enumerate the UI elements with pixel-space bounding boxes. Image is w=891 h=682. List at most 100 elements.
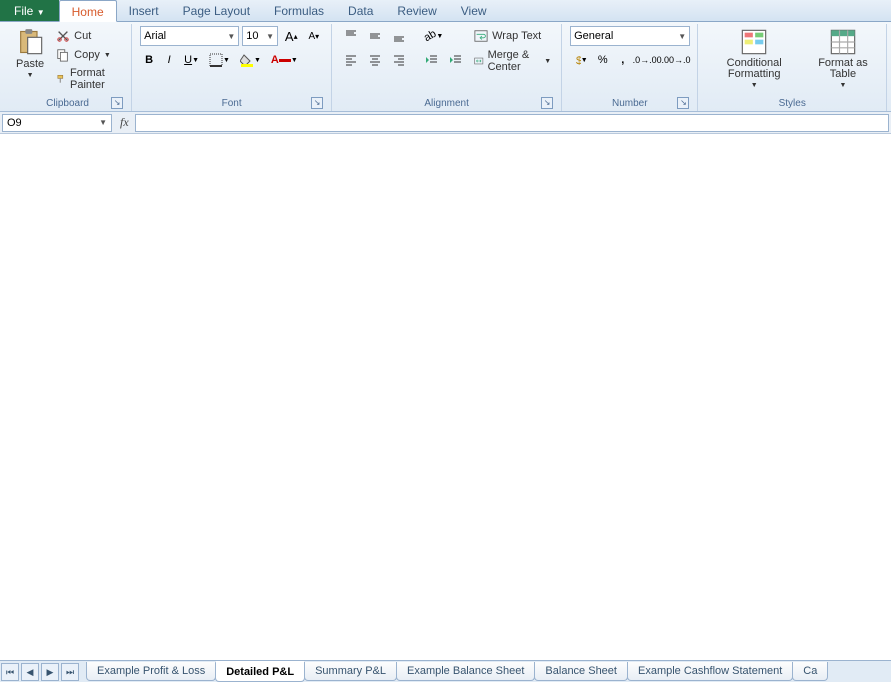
wrap-icon xyxy=(474,29,488,43)
format-painter-label: Format Painter xyxy=(70,67,121,91)
orientation-button[interactable]: ab▼ xyxy=(420,26,447,46)
decrease-decimal-button[interactable]: .00→.0 xyxy=(663,50,690,70)
font-launcher[interactable]: ↘ xyxy=(311,97,323,109)
grow-font-button[interactable]: A▴ xyxy=(281,26,302,46)
font-name-value: Arial xyxy=(144,30,166,42)
cond-format-icon xyxy=(740,28,768,56)
fx-icon[interactable]: fx xyxy=(114,115,135,130)
indent-icon xyxy=(448,53,462,67)
border-button[interactable]: ▼ xyxy=(205,50,234,70)
name-box-value: O9 xyxy=(7,117,22,129)
alignment-launcher[interactable]: ↘ xyxy=(541,97,553,109)
increase-indent-button[interactable] xyxy=(444,50,466,70)
sheet-nav-prev[interactable]: ◀ xyxy=(21,663,39,681)
sheet-nav-last[interactable]: ⏭ xyxy=(61,663,79,681)
tab-home[interactable]: Home xyxy=(59,0,117,22)
bold-button[interactable]: B xyxy=(140,50,158,70)
tab-insert[interactable]: Insert xyxy=(117,0,171,21)
sheet-nav-next[interactable]: ▶ xyxy=(41,663,59,681)
currency-icon: $ xyxy=(574,53,581,67)
table-label: Format as Table xyxy=(812,58,874,80)
tab-review[interactable]: Review xyxy=(385,0,448,21)
sheet-tab-active[interactable]: Detailed P&L xyxy=(215,661,305,682)
align-right-icon xyxy=(392,53,406,67)
decrease-indent-button[interactable] xyxy=(420,50,442,70)
tab-view[interactable]: View xyxy=(449,0,499,21)
group-font: Arial▼ 10▼ A▴ A▾ B I U▼ ▼ ▼ A▼ Font↘ xyxy=(132,24,332,111)
number-format-value: General xyxy=(574,30,613,42)
copy-label: Copy xyxy=(74,49,100,61)
clipboard-launcher[interactable]: ↘ xyxy=(111,97,123,109)
ribbon: Paste ▼ Cut Copy ▼ Format Painter Clipbo… xyxy=(0,22,891,112)
align-top-icon xyxy=(344,29,358,43)
sheet-nav-first[interactable]: ⏮ xyxy=(1,663,19,681)
align-right-button[interactable] xyxy=(388,50,410,70)
align-center-button[interactable] xyxy=(364,50,386,70)
format-painter-button[interactable]: Format Painter xyxy=(54,66,123,92)
file-tab[interactable]: File ▼ xyxy=(0,0,59,21)
comma-button[interactable]: , xyxy=(614,50,632,70)
align-center-icon xyxy=(368,53,382,67)
merge-label: Merge & Center xyxy=(488,49,541,73)
conditional-formatting-button[interactable]: Conditional Formatting▼ xyxy=(706,26,801,91)
format-as-table-button[interactable]: Format as Table▼ xyxy=(808,26,878,91)
number-launcher[interactable]: ↘ xyxy=(677,97,689,109)
align-left-icon xyxy=(344,53,358,67)
merge-icon xyxy=(474,54,483,68)
align-bottom-icon xyxy=(392,29,406,43)
cut-button[interactable]: Cut xyxy=(54,28,123,44)
copy-icon xyxy=(56,48,70,62)
name-box[interactable]: O9▼ xyxy=(2,114,112,132)
group-number: General▼ $▼ % , .0→.00 .00→.0 Number↘ xyxy=(562,24,698,111)
sheet-tab[interactable]: Example Cashflow Statement xyxy=(627,662,793,681)
file-label: File xyxy=(14,4,33,18)
percent-button[interactable]: % xyxy=(594,50,612,70)
outdent-icon xyxy=(424,53,438,67)
number-group-label: Number↘ xyxy=(570,97,689,111)
sheet-tab[interactable]: Summary P&L xyxy=(304,662,397,681)
paste-button[interactable]: Paste ▼ xyxy=(12,26,48,81)
styles-group-label: Styles xyxy=(706,97,878,111)
italic-button[interactable]: I xyxy=(160,50,178,70)
number-format-select[interactable]: General▼ xyxy=(570,26,690,46)
menu-tabs: File ▼ Home Insert Page Layout Formulas … xyxy=(0,0,891,22)
align-bottom-button[interactable] xyxy=(388,26,410,46)
font-name-select[interactable]: Arial▼ xyxy=(140,26,239,46)
scissors-icon xyxy=(56,29,70,43)
tab-formulas[interactable]: Formulas xyxy=(262,0,336,21)
paste-label: Paste xyxy=(16,58,44,70)
alignment-group-label: Alignment↘ xyxy=(340,97,553,111)
spreadsheet-grid[interactable] xyxy=(0,134,891,660)
align-top-button[interactable] xyxy=(340,26,362,46)
font-color-button[interactable]: A▼ xyxy=(267,50,302,70)
brush-icon xyxy=(56,72,66,86)
align-left-button[interactable] xyxy=(340,50,362,70)
sheet-tab[interactable]: Example Balance Sheet xyxy=(396,662,535,681)
group-styles: Conditional Formatting▼ Format as Table▼… xyxy=(698,24,887,111)
formula-bar: O9▼ fx xyxy=(0,112,891,134)
font-group-label: Font↘ xyxy=(140,97,323,111)
increase-decimal-button[interactable]: .0→.00 xyxy=(634,50,661,70)
paste-icon xyxy=(16,28,44,56)
sheet-tab[interactable]: Balance Sheet xyxy=(534,662,628,681)
sheet-tab[interactable]: Example Profit & Loss xyxy=(86,662,216,681)
tab-data[interactable]: Data xyxy=(336,0,385,21)
wrap-text-button[interactable]: Wrap Text xyxy=(472,28,553,44)
align-middle-button[interactable] xyxy=(364,26,386,46)
font-size-value: 10 xyxy=(246,30,258,42)
shrink-font-button[interactable]: A▾ xyxy=(305,26,324,46)
font-size-select[interactable]: 10▼ xyxy=(242,26,278,46)
bucket-icon xyxy=(240,53,254,67)
copy-button[interactable]: Copy ▼ xyxy=(54,47,123,63)
accounting-format-button[interactable]: $▼ xyxy=(570,50,592,70)
sheet-tab[interactable]: Ca xyxy=(792,662,828,681)
align-middle-icon xyxy=(368,29,382,43)
tab-page-layout[interactable]: Page Layout xyxy=(171,0,262,21)
formula-input[interactable] xyxy=(135,114,889,132)
border-icon xyxy=(209,53,223,67)
fill-color-button[interactable]: ▼ xyxy=(236,50,265,70)
underline-button[interactable]: U▼ xyxy=(180,50,203,70)
group-clipboard: Paste ▼ Cut Copy ▼ Format Painter Clipbo… xyxy=(4,24,132,111)
cond-format-label: Conditional Formatting xyxy=(710,58,797,80)
merge-center-button[interactable]: Merge & Center ▼ xyxy=(472,48,553,74)
